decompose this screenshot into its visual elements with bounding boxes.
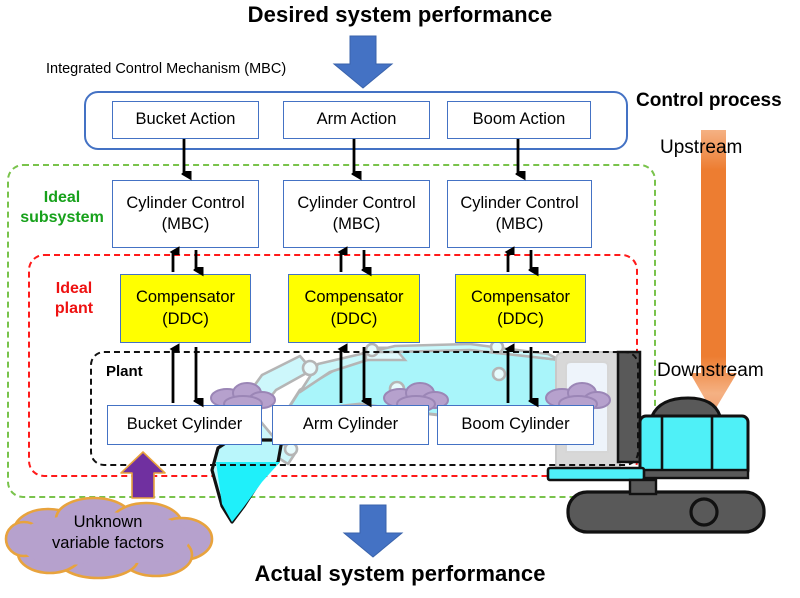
ideal-plant-label: Ideal plant xyxy=(33,279,115,318)
bottom-title: Actual system performance xyxy=(254,561,546,586)
arm-cylinder-box[interactable]: Arm Cylinder xyxy=(272,405,429,445)
boom-cylinder-control-line1: Cylinder Control xyxy=(460,193,579,212)
ideal-subsystem-label-line2: subsystem xyxy=(20,208,104,226)
boom-action-box[interactable]: Boom Action xyxy=(447,101,591,139)
bucket-cylinder-box[interactable]: Bucket Cylinder xyxy=(107,405,262,445)
bucket-action-label: Bucket Action xyxy=(135,110,236,129)
bucket-action-box[interactable]: Bucket Action xyxy=(112,101,259,139)
diagram-canvas: Desired system performance Integrated Co… xyxy=(0,0,800,598)
cloud-line2: variable factors xyxy=(52,534,164,553)
ideal-plant-label-line2: plant xyxy=(54,299,94,317)
boom-compensator-box[interactable]: Compensator (DDC) xyxy=(455,274,586,343)
boom-compensator-line1: Compensator xyxy=(470,288,571,307)
ideal-subsystem-label: Ideal subsystem xyxy=(14,188,110,227)
arm-cylinder-control-line1: Cylinder Control xyxy=(297,193,416,212)
boom-action-label: Boom Action xyxy=(472,110,566,129)
plant-label: Plant xyxy=(106,363,143,380)
bucket-compensator-line2: (DDC) xyxy=(162,309,209,328)
desired-performance-arrow-icon xyxy=(332,35,394,89)
ideal-subsystem-label-line1: Ideal xyxy=(43,189,81,206)
bucket-cylinder-control-line2: (MBC) xyxy=(161,215,210,233)
bucket-cylinder-control-line1: Cylinder Control xyxy=(126,193,245,212)
bucket-cylinder-label: Bucket Cylinder xyxy=(126,415,243,434)
arm-compensator-line2: (DDC) xyxy=(330,309,378,328)
integrated-control-mechanism-label: Integrated Control Mechanism (MBC) xyxy=(46,61,287,77)
bucket-compensator-line1: Compensator xyxy=(135,288,236,307)
boom-cylinder-control-line2: (MBC) xyxy=(495,215,544,233)
control-process-label: Control process xyxy=(636,90,782,111)
arm-compensator-box[interactable]: Compensator (DDC) xyxy=(288,274,420,343)
arm-cylinder-label: Arm Cylinder xyxy=(302,415,399,434)
cloud-line1: Unknown xyxy=(73,513,143,531)
arm-action-label: Arm Action xyxy=(316,110,397,129)
arm-compensator-line1: Compensator xyxy=(304,288,404,307)
arm-action-box[interactable]: Arm Action xyxy=(283,101,430,139)
bucket-compensator-box[interactable]: Compensator (DDC) xyxy=(120,274,251,343)
boom-cylinder-label: Boom Cylinder xyxy=(461,415,570,434)
unknown-variable-factors-text: Unknown variable factors xyxy=(18,512,198,554)
downstream-label: Downstream xyxy=(657,360,764,381)
boom-cylinder-box[interactable]: Boom Cylinder xyxy=(437,405,594,445)
ideal-plant-label-line1: Ideal xyxy=(55,280,93,297)
boom-cylinder-control-box[interactable]: Cylinder Control (MBC) xyxy=(447,180,592,248)
bucket-cylinder-control-box[interactable]: Cylinder Control (MBC) xyxy=(112,180,259,248)
top-title: Desired system performance xyxy=(247,2,553,27)
actual-performance-arrow-icon xyxy=(342,504,404,558)
boom-compensator-line2: (DDC) xyxy=(497,309,544,328)
arm-cylinder-control-line2: (MBC) xyxy=(332,215,381,233)
arm-cylinder-control-box[interactable]: Cylinder Control (MBC) xyxy=(283,180,430,248)
upstream-label: Upstream xyxy=(660,137,743,158)
